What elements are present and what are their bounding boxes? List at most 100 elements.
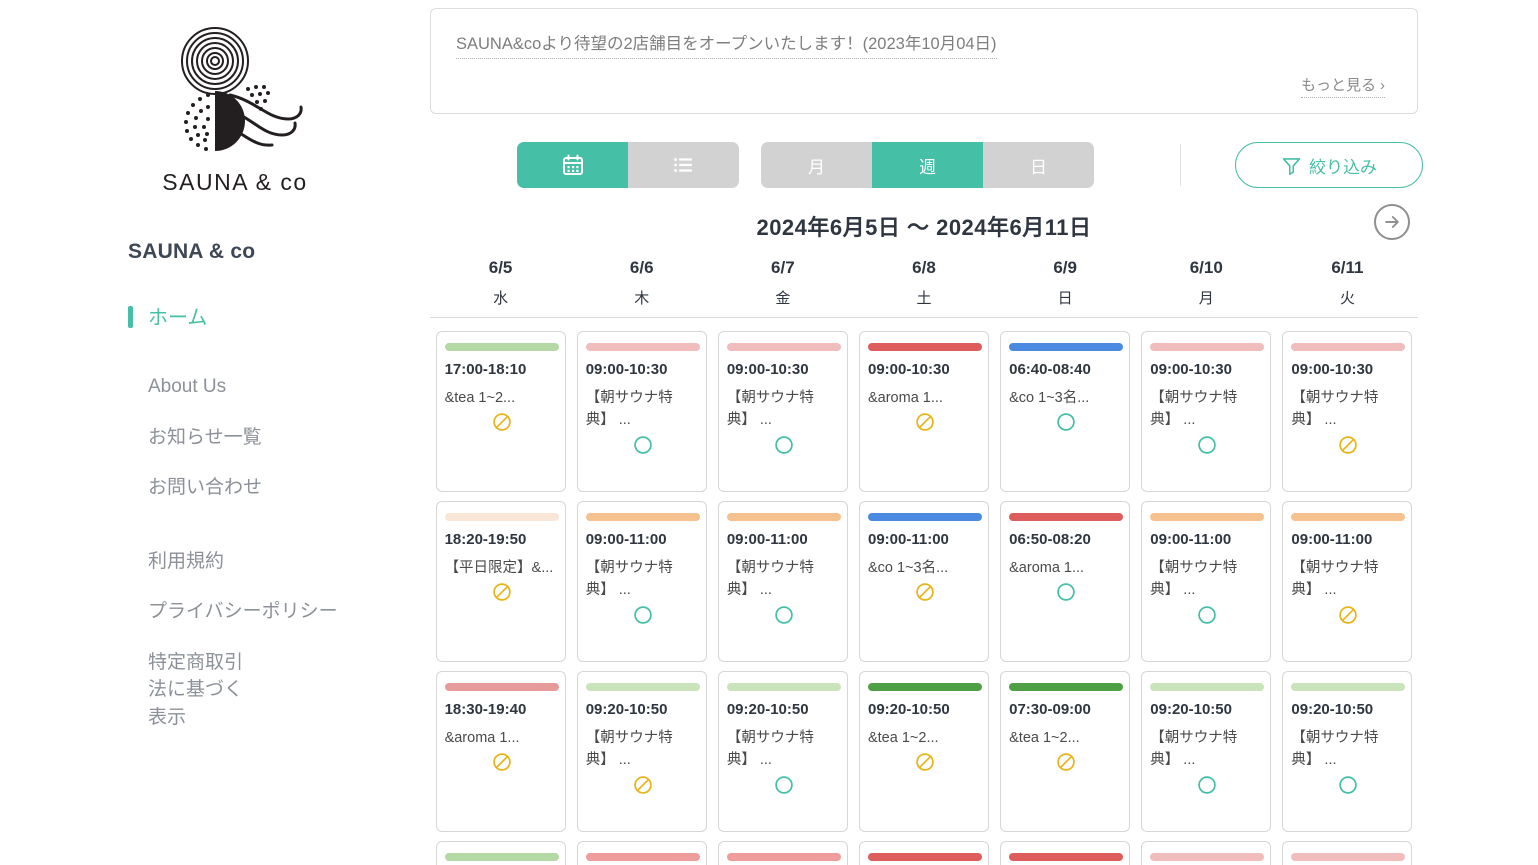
- sidebar-item-terms[interactable]: 利用規約: [0, 548, 400, 576]
- reservation-card[interactable]: 06:50-08:20 &aroma 1...: [1000, 501, 1131, 662]
- main-content: SAUNA&coより待望の2店舗目をオープンいたします！(2023年10月04日…: [430, 0, 1538, 865]
- reservation-card[interactable]: [435, 841, 566, 865]
- reservation-card[interactable]: 09:20-10:50 【朝サウナ特典】 ...: [1282, 671, 1413, 832]
- card-status: [727, 774, 841, 801]
- sidebar: SAUNA & co SAUNA & co ホーム About Us お知らせ一…: [0, 0, 430, 865]
- tab-period-month[interactable]: 月: [761, 142, 872, 188]
- chevron-right-icon: ›: [1380, 76, 1385, 94]
- calendar-cell: [571, 841, 712, 865]
- reservation-card[interactable]: 09:20-10:50 【朝サウナ特典】 ...: [576, 671, 707, 832]
- reservation-card[interactable]: 09:00-11:00 【朝サウナ特典】 ...: [1282, 501, 1413, 662]
- reservation-card[interactable]: 09:00-11:00 【朝サウナ特典】 ...: [717, 501, 848, 662]
- reservation-card[interactable]: 07:30-09:00 &tea 1~2...: [1000, 671, 1131, 832]
- calendar-body[interactable]: 17:00-18:10 &tea 1~2... 09:00-10:30 【朝サウナ特典…: [430, 331, 1418, 865]
- reservation-card[interactable]: 09:00-10:30 【朝サウナ特典】 ...: [1141, 331, 1272, 492]
- card-title: 【朝サウナ特典】 ...: [585, 560, 673, 599]
- card-status: [445, 751, 559, 778]
- circle-open-icon: [1057, 583, 1075, 602]
- reservation-card[interactable]: 18:30-19:40 &aroma 1...: [435, 671, 566, 832]
- calendar-cell: 09:20-10:50 【朝サウナ特典】 ...: [571, 671, 712, 832]
- card-time: 09:00-11:00: [867, 531, 949, 548]
- sidebar-item-news-list[interactable]: お知らせ一覧: [0, 424, 400, 452]
- calendar-cell: 09:00-10:30 【朝サウナ特典】 ...: [1277, 331, 1418, 492]
- reservation-card[interactable]: [1000, 841, 1131, 865]
- site-title: SAUNA & co: [128, 240, 256, 263]
- reservation-card[interactable]: [717, 841, 848, 865]
- next-week-button[interactable]: [1374, 204, 1410, 240]
- circle-open-icon: [1339, 776, 1358, 794]
- card-color-bar: [1150, 513, 1265, 521]
- card-time: 17:00-18:10: [444, 361, 527, 378]
- app-root: SAUNA & co SAUNA & co ホーム About Us お知らせ一…: [0, 0, 1538, 865]
- svg-text:SAUNA & co: SAUNA & co: [162, 169, 307, 195]
- tab-period-day[interactable]: 日: [983, 142, 1094, 188]
- see-more-link[interactable]: もっと見る ›: [1300, 74, 1385, 98]
- reservation-card[interactable]: 09:20-10:50 【朝サウナ特典】 ...: [1141, 671, 1272, 832]
- card-status: [445, 581, 559, 608]
- circle-open-icon: [1198, 436, 1217, 454]
- reservation-card[interactable]: 17:00-18:10 &tea 1~2...: [435, 331, 566, 492]
- card-color-bar: [1291, 513, 1406, 521]
- sidebar-item-label: 利用規約: [148, 550, 225, 572]
- reservation-card[interactable]: 09:00-11:00 &co 1~3名...: [858, 501, 989, 662]
- card-time: 09:20-10:50: [1291, 701, 1374, 718]
- card-status: [445, 411, 559, 438]
- tab-list-view[interactable]: [628, 142, 739, 188]
- calendar-cell: 09:00-11:00 &co 1~3名...: [853, 501, 994, 662]
- card-color-bar: [726, 683, 841, 691]
- card-color-bar: [726, 513, 841, 521]
- reservation-card[interactable]: [858, 841, 989, 865]
- card-color-bar: [1009, 853, 1124, 861]
- reservation-card[interactable]: 09:00-10:30 【朝サウナ特典】 ...: [1282, 331, 1413, 492]
- view-toolbar: 月 週 日 絞り込み: [430, 142, 1538, 188]
- day-date: 6/11: [1331, 258, 1364, 277]
- day-date: 6/10: [1189, 258, 1223, 277]
- calendar-cell: 09:00-10:30 【朝サウナ特典】 ...: [1136, 331, 1277, 492]
- card-color-bar: [1009, 343, 1124, 351]
- card-color-bar: [1150, 343, 1265, 351]
- reservation-card[interactable]: 18:20-19:50 【平日限定】&...: [435, 501, 566, 662]
- filter-button[interactable]: 絞り込み: [1235, 142, 1423, 188]
- card-color-bar: [444, 343, 559, 351]
- reservation-card[interactable]: 09:00-10:30 &aroma 1...: [858, 331, 989, 492]
- sidebar-item-contact[interactable]: お問い合わせ: [0, 474, 400, 502]
- reservation-card[interactable]: [1282, 841, 1413, 865]
- reservation-card[interactable]: 09:00-11:00 【朝サウナ特典】 ...: [1141, 501, 1272, 662]
- day-column-header: 6/6 木: [571, 258, 712, 308]
- card-time: 09:20-10:50: [1150, 701, 1232, 718]
- card-time: 18:20-19:50: [444, 531, 527, 548]
- reservation-card[interactable]: 09:20-10:50 【朝サウナ特典】 ...: [717, 671, 848, 832]
- card-status: [727, 434, 841, 461]
- card-time: 09:00-11:00: [726, 531, 808, 548]
- sidebar-item-commercial-transactions[interactable]: 特定商取引法に基づく表示: [0, 649, 245, 732]
- announcement-link[interactable]: SAUNA&coより待望の2店舗目をオープンいたします！(2023年10月04日…: [456, 35, 997, 59]
- day-weekday: 日: [1057, 290, 1073, 307]
- brand-logo[interactable]: SAUNA & co: [128, 8, 342, 218]
- calendar-cell: 18:30-19:40 &aroma 1...: [430, 671, 571, 832]
- card-color-bar: [726, 343, 841, 351]
- reservation-card[interactable]: 09:00-10:30 【朝サウナ特典】 ...: [717, 331, 848, 492]
- reservation-card[interactable]: 09:20-10:50 &tea 1~2...: [858, 671, 989, 832]
- day-weekday: 金: [775, 290, 791, 307]
- reservation-card[interactable]: 09:00-11:00 【朝サウナ特典】 ...: [576, 501, 707, 662]
- reservation-card[interactable]: 06:40-08:40 &co 1~3名...: [1000, 331, 1131, 492]
- sidebar-item-privacy-policy[interactable]: プライバシーポリシー: [0, 598, 400, 626]
- tab-period-week[interactable]: 週: [872, 142, 983, 188]
- calendar-cell: [853, 841, 994, 865]
- tab-calendar-view[interactable]: [517, 142, 628, 188]
- reservation-card[interactable]: 09:00-10:30 【朝サウナ特典】 ...: [576, 331, 707, 492]
- calendar-cell: [1277, 841, 1418, 865]
- card-color-bar: [867, 853, 982, 861]
- no-entry-icon: [492, 413, 511, 432]
- card-color-bar: [1291, 853, 1406, 861]
- sidebar-item-about-us[interactable]: About Us: [0, 373, 400, 401]
- card-time: 09:00-10:30: [1150, 361, 1232, 378]
- reservation-card[interactable]: [576, 841, 707, 865]
- day-date: 6/7: [771, 258, 795, 277]
- week-range-header: 2024年6月5日 〜 2024年6月11日: [430, 204, 1418, 242]
- card-status: [1291, 604, 1405, 631]
- reservation-card[interactable]: [1141, 841, 1272, 865]
- day-column-header: 6/9 日: [995, 258, 1136, 308]
- sidebar-item-home[interactable]: ホーム: [0, 304, 400, 333]
- day-header-row: 6/5 水 6/6 木 6/7 金 6/8 土 6/9 日 6/10 月 6/11 火: [430, 258, 1418, 318]
